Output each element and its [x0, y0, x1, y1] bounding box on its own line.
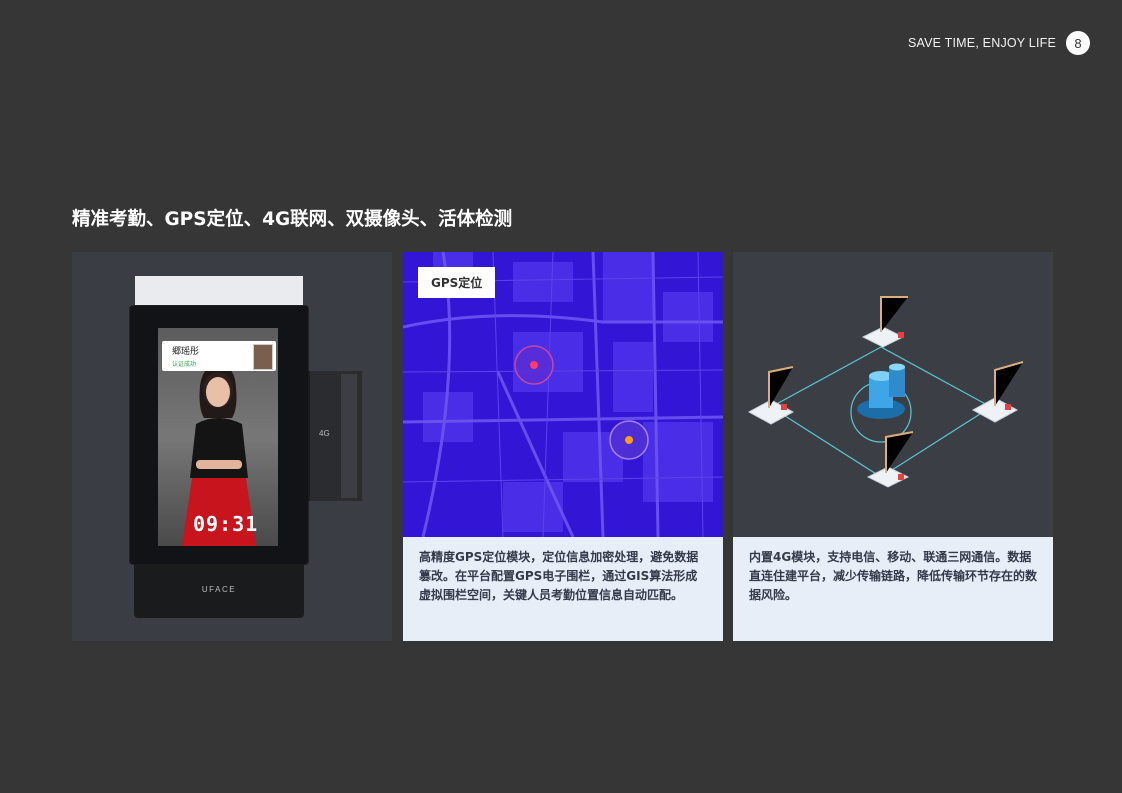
brand-logo: UFACE — [201, 585, 237, 594]
avatar — [253, 344, 273, 370]
device-side-panel — [341, 374, 357, 498]
gps-panel: GPS定位 高精度GPS定位模块，定位信息加密处理，避免数据篡改。在平台配置GP… — [403, 252, 723, 641]
tagline: SAVE TIME, ENJOY LIFE — [908, 36, 1056, 50]
network-label: 4G — [319, 429, 330, 438]
map-marker-red — [514, 345, 554, 385]
person-name: 郷瑶彤 — [172, 347, 200, 357]
network-illustration — [747, 296, 1024, 488]
gps-description: 高精度GPS定位模块，定位信息加密处理，避免数据篡改。在平台配置GPS电子围栏，… — [419, 550, 699, 602]
map-marker-orange — [609, 420, 649, 460]
device-top-camera — [135, 276, 303, 306]
gps-label: GPS定位 — [418, 267, 496, 298]
clock-display: 09:31 — [193, 512, 259, 536]
map-view: GPS定位 — [403, 252, 723, 537]
network-panel: 内置4G模块，支持电信、移动、联通三网通信。数据直连住建平台，减少传输链路，降低… — [733, 252, 1053, 641]
page-header: SAVE TIME, ENJOY LIFE 8 — [908, 31, 1090, 55]
status-text: 认证成功 — [172, 361, 197, 368]
section-title: 精准考勤、GPS定位、4G联网、双摄像头、活体检测 — [72, 209, 513, 230]
page-number: 8 — [1066, 31, 1090, 55]
device-panel: 郷瑶彤 认证成功 09:31 4G UFACE — [72, 252, 392, 641]
network-scene — [733, 252, 1053, 537]
network-description: 内置4G模块，支持电信、移动、联通三网通信。数据直连住建平台，减少传输链路，降低… — [749, 550, 1038, 602]
